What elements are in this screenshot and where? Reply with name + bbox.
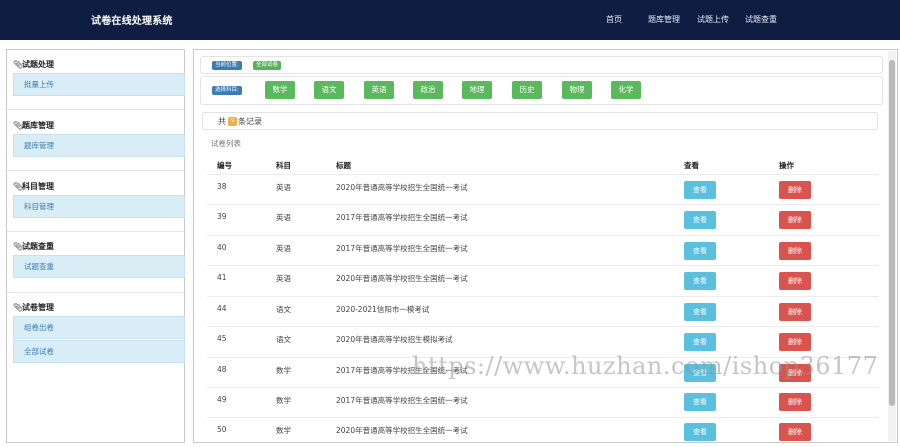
record-count-badge: 9	[228, 117, 237, 126]
delete-button[interactable]: 删除	[779, 303, 811, 321]
cell-subject: 英语	[276, 244, 291, 253]
paperclip-icon: 📎︎	[13, 182, 24, 191]
cell-title: 2020年普通高等学校招生全国统一考试	[336, 274, 468, 283]
sidebar-item-subject-management[interactable]: 科目管理	[13, 195, 185, 218]
delete-button[interactable]: 删除	[779, 242, 811, 260]
subject-filter-label: 选择科目:	[212, 86, 242, 95]
nav-duplicate-check[interactable]: 试题查重	[745, 14, 777, 25]
cell-id: 41	[217, 273, 227, 282]
cell-title: 2020年普通高等学校招生模拟考试	[336, 335, 453, 344]
app-title: 试卷在线处理系统	[91, 16, 173, 27]
subject-button-politics[interactable]: 政治	[413, 81, 443, 99]
record-count-suffix: 条记录	[238, 117, 262, 126]
sidebar-divider	[7, 292, 184, 293]
sidebar-item-batch-upload[interactable]: 批量上传	[13, 73, 185, 96]
cell-subject: 数学	[276, 426, 291, 435]
sidebar-divider	[7, 231, 184, 232]
breadcrumb	[200, 56, 883, 74]
cell-title: 2017年普通高等学校招生全国统一考试	[336, 396, 468, 405]
record-count-prefix: 共	[218, 117, 226, 126]
delete-button[interactable]: 删除	[779, 181, 811, 199]
cell-id: 49	[217, 395, 227, 404]
sidebar-divider	[7, 109, 184, 110]
cell-title: 2020年普通高等学校招生全国统一考试	[336, 426, 468, 435]
sidebar-group-paper-management: 📎︎试卷管理	[13, 303, 54, 312]
delete-button[interactable]: 删除	[779, 333, 811, 351]
cell-title: 2020-2021信阳市一模考试	[336, 305, 430, 314]
watermark-text: https://www.huzhan.com/ishop36177	[412, 352, 879, 380]
subject-button-geography[interactable]: 地理	[462, 81, 492, 99]
cell-id: 38	[217, 182, 227, 191]
column-header-action: 操作	[779, 161, 794, 170]
paperclip-icon: 📎︎	[13, 303, 24, 312]
view-button[interactable]: 查看	[684, 423, 716, 441]
sidebar-item-bank-management[interactable]: 题库管理	[13, 134, 185, 157]
cell-subject: 语文	[276, 305, 291, 314]
cell-id: 50	[217, 425, 227, 434]
view-button[interactable]: 查看	[684, 211, 716, 229]
list-title: 试卷列表	[211, 139, 241, 148]
subject-button-chinese[interactable]: 语文	[314, 81, 344, 99]
breadcrumb-current[interactable]: 全部试卷	[253, 61, 282, 70]
sidebar-divider	[7, 170, 184, 171]
sidebar-group-question-processing: 📎︎试题处理	[13, 60, 54, 69]
view-button[interactable]: 查看	[684, 272, 716, 290]
column-header-subject: 科目	[276, 161, 291, 170]
sidebar-item-duplicate-check[interactable]: 试题查重	[13, 255, 185, 278]
view-button[interactable]: 查看	[684, 242, 716, 260]
cell-subject: 数学	[276, 366, 291, 375]
delete-button[interactable]: 删除	[779, 211, 811, 229]
cell-subject: 英语	[276, 274, 291, 283]
subject-button-chemistry[interactable]: 化学	[611, 81, 641, 99]
paperclip-icon: 📎︎	[13, 60, 24, 69]
sidebar: 📎︎试题处理 批量上传 📎︎题库管理 题库管理 📎︎科目管理 科目管理 📎︎试题…	[6, 49, 185, 443]
cell-subject: 英语	[276, 213, 291, 222]
column-header-view: 查看	[684, 161, 699, 170]
sidebar-group-bank-management: 📎︎题库管理	[13, 121, 54, 130]
scrollbar-thumb[interactable]	[889, 60, 895, 406]
cell-id: 45	[217, 334, 227, 343]
subject-button-math[interactable]: 数学	[265, 81, 295, 99]
delete-button[interactable]: 删除	[779, 423, 811, 441]
view-button[interactable]: 查看	[684, 393, 716, 411]
cell-title: 2020年普通高等学校招生全国统一考试	[336, 183, 468, 192]
cell-subject: 语文	[276, 335, 291, 344]
subject-button-english[interactable]: 英语	[364, 81, 394, 99]
view-button[interactable]: 查看	[684, 181, 716, 199]
cell-id: 39	[217, 212, 227, 221]
sidebar-group-subject-management: 📎︎科目管理	[13, 182, 54, 191]
breadcrumb-label: 当前位置:	[212, 61, 242, 70]
cell-subject: 英语	[276, 183, 291, 192]
cell-id: 44	[217, 304, 227, 313]
delete-button[interactable]: 删除	[779, 393, 811, 411]
subject-button-history[interactable]: 历史	[512, 81, 542, 99]
nav-home[interactable]: 首页	[606, 14, 622, 25]
paperclip-icon: 📎︎	[13, 242, 24, 251]
view-button[interactable]: 查看	[684, 333, 716, 351]
column-header-title: 标题	[336, 161, 351, 170]
top-navbar: 试卷在线处理系统 首页 题库管理 试题上传 试题查重	[0, 0, 900, 40]
paperclip-icon: 📎︎	[13, 121, 24, 130]
cell-title: 2017年普通高等学校招生全国统一考试	[336, 244, 468, 253]
cell-id: 48	[217, 365, 227, 374]
cell-title: 2017年普通高等学校招生全国统一考试	[336, 213, 468, 222]
record-count: 共 9 条记录	[202, 112, 878, 130]
column-header-id: 编号	[217, 161, 232, 170]
nav-question-bank[interactable]: 题库管理	[648, 14, 680, 25]
nav-upload[interactable]: 试题上传	[697, 14, 729, 25]
cell-id: 40	[217, 243, 227, 252]
sidebar-item-all-papers[interactable]: 全部试卷	[13, 340, 185, 363]
sidebar-item-compose-paper[interactable]: 组卷出卷	[13, 316, 185, 339]
subject-button-physics[interactable]: 物理	[562, 81, 592, 99]
cell-subject: 数学	[276, 396, 291, 405]
delete-button[interactable]: 删除	[779, 272, 811, 290]
view-button[interactable]: 查看	[684, 303, 716, 321]
sidebar-group-duplicate-check: 📎︎试题查重	[13, 242, 54, 251]
